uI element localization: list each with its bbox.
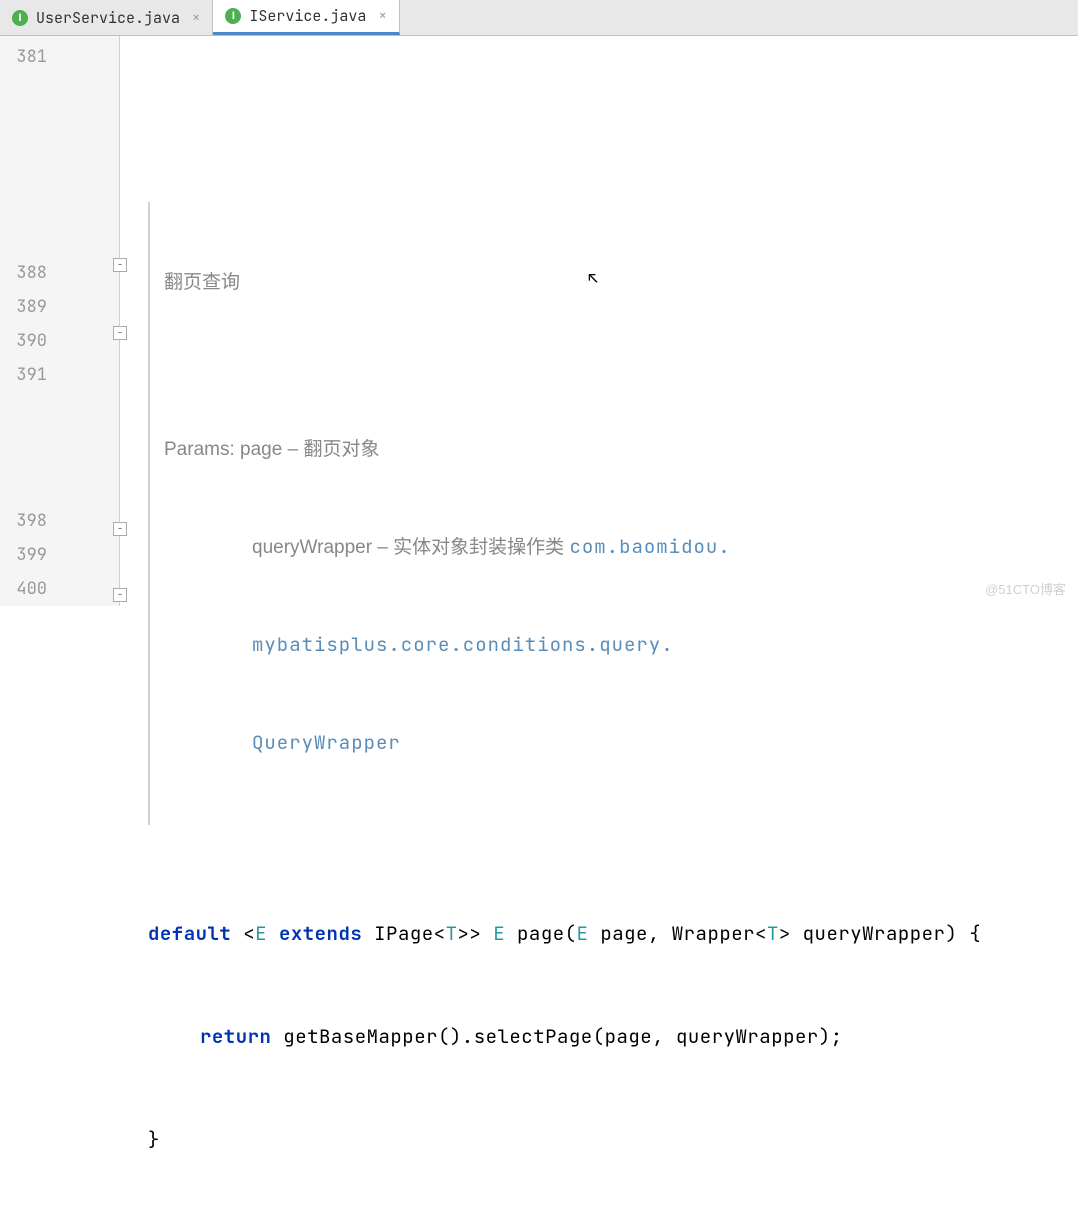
javadoc-summary: 翻页查询 (164, 267, 1078, 299)
tab-iservice[interactable]: I IService.java × (213, 0, 399, 35)
javadoc-link[interactable]: mybatisplus.core.conditions.query. (164, 629, 1078, 662)
code-area[interactable]: 翻页查询 Params: page – 翻页对象 queryWrapper – … (120, 36, 1078, 606)
line-number: 388 (0, 256, 119, 290)
code-line: default <E extends IPage<T>> E page(E pa… (148, 917, 1078, 951)
tab-userservice[interactable]: I UserService.java × (0, 0, 213, 35)
interface-icon: I (12, 10, 28, 26)
gutter: 381 388 389 390 391 398 399 400 − − − − (0, 36, 120, 606)
line-number: 399 (0, 538, 119, 572)
close-icon[interactable]: × (374, 7, 390, 25)
interface-icon: I (225, 8, 241, 24)
javadoc-link[interactable]: com.baomidou. (569, 534, 730, 559)
tab-label: UserService.java (36, 8, 180, 28)
line-number: 391 (0, 358, 119, 392)
line-number: 400 (0, 572, 119, 606)
close-icon[interactable]: × (188, 9, 204, 27)
code-editor[interactable]: 381 388 389 390 391 398 399 400 − − − − … (0, 36, 1078, 606)
watermark: @51CTO博客 (985, 579, 1066, 598)
javadoc-block: 翻页查询 Params: page – 翻页对象 queryWrapper – … (148, 202, 1078, 825)
line-number: 389 (0, 290, 119, 324)
javadoc-param: queryWrapper – 实体对象封装操作类 com.baomidou. (164, 531, 1078, 564)
code-line: } (148, 1123, 1078, 1157)
javadoc-link[interactable]: QueryWrapper (164, 727, 1078, 760)
code-line: return getBaseMapper().selectPage(page, … (148, 1020, 1078, 1054)
tab-label: IService.java (249, 6, 366, 26)
tabs-bar: I UserService.java × I IService.java × (0, 0, 1078, 36)
line-number: 381 (0, 40, 119, 74)
javadoc-params: Params: page – 翻页对象 (164, 434, 1078, 466)
line-number: 398 (0, 504, 119, 538)
line-number: 390 (0, 324, 119, 358)
